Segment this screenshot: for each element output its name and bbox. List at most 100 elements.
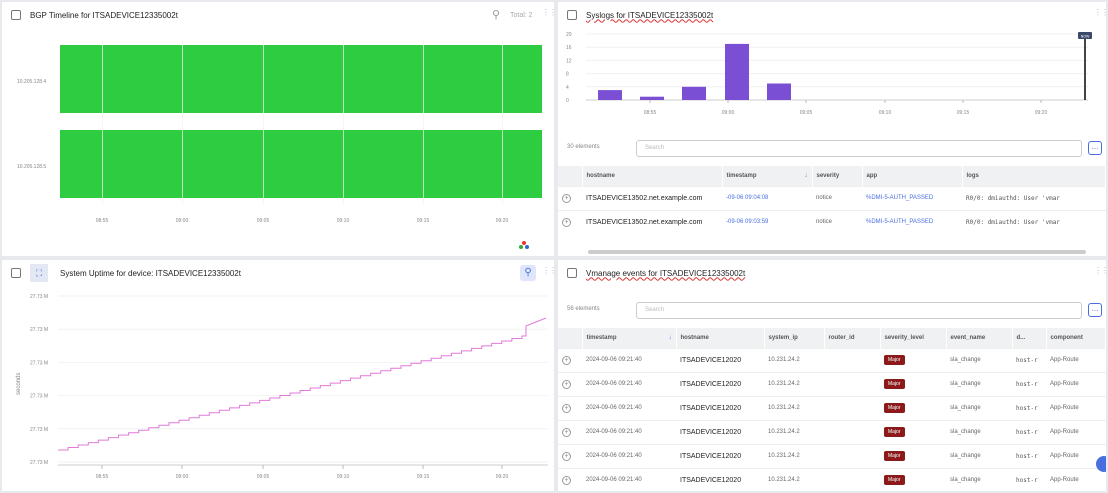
column-header-timestamp[interactable]: timestamp ↓ xyxy=(582,328,677,348)
table-row[interactable]: +2024-09-06 09:21:40 ITSADEVICE12020 10.23… xyxy=(558,371,1106,396)
x-tick-label: 08:55 xyxy=(644,110,657,116)
column-header-event-name[interactable]: event_name xyxy=(946,328,1013,348)
table-row[interactable]: + ITSADEVICE13502.net.example.com -09-06… xyxy=(558,185,1106,210)
table-row[interactable]: +2024-09-06 09:21:40 ITSADEVICE12020 10.23… xyxy=(558,347,1106,372)
expand-icon[interactable]: ⛶ xyxy=(30,264,48,282)
vmanage-title: Vmanage events for ITSADEVICE12335002t xyxy=(586,268,746,278)
x-tick-label: 09:00 xyxy=(722,110,735,116)
histogram-bar[interactable] xyxy=(640,96,664,100)
drag-handle-icon[interactable]: ⋮⋮ xyxy=(542,267,554,278)
drag-handle-icon[interactable]: ⋮⋮ xyxy=(542,9,554,20)
vmanage-element-count: 56 elements xyxy=(567,306,600,312)
column-header-hostname[interactable]: hostname xyxy=(582,166,723,186)
syslog-select-checkbox[interactable] xyxy=(567,10,577,20)
y-tick-label: 8 xyxy=(566,72,569,78)
expand-row-icon[interactable]: + xyxy=(562,451,571,461)
histogram-bar[interactable] xyxy=(682,86,706,100)
grid-line xyxy=(182,40,183,205)
sort-down-icon[interactable]: ↓ xyxy=(805,173,808,179)
cell-hostname: ITSADEVICE13502.net.example.com xyxy=(582,209,722,234)
cell-system-ip: 10.231.24.2 xyxy=(764,371,824,396)
cell-details: host-r xyxy=(1012,419,1046,444)
cell-details: host-r xyxy=(1012,347,1046,372)
column-header-severity-level[interactable]: severity_level xyxy=(880,328,947,348)
vmanage-title-wrap: Vmanage events for ITSADEVICE12335002t xyxy=(586,269,745,278)
table-header-row: hostname timestamp ↓ severity app logs xyxy=(558,166,1106,186)
syslog-more-button[interactable]: ... xyxy=(1088,141,1102,155)
cell-timestamp: -09-06 09:04:08 xyxy=(722,185,812,210)
syslog-panel: Syslogs for ITSADEVICE12335002t ⋮⋮ 20 16 1… xyxy=(558,2,1106,256)
table-row[interactable]: +2024-09-06 09:21:40 ITSADEVICE12020 10.23… xyxy=(558,395,1106,420)
table-row[interactable]: +2024-09-06 09:21:40 ITSADEVICE12020 10.23… xyxy=(558,419,1106,444)
bgp-session-bar[interactable] xyxy=(60,130,542,198)
vmanage-header: Vmanage events for ITSADEVICE12335002t xyxy=(558,260,1106,286)
uptime-line-chart: 27.73 M 27.73 M 27.73 M 27.73 M 27.73 M 27.73… xyxy=(30,294,548,480)
column-header-timestamp[interactable]: timestamp ↓ xyxy=(722,166,813,186)
expand-row-icon[interactable]: + xyxy=(562,403,571,413)
expand-row-icon[interactable]: + xyxy=(562,475,571,485)
syslog-header: Syslogs for ITSADEVICE12335002t xyxy=(558,2,1106,28)
column-header-severity[interactable]: severity xyxy=(812,166,863,186)
cell-event-name: sla_change xyxy=(946,443,1012,468)
drag-handle-icon[interactable]: ⋮⋮ xyxy=(1094,9,1106,20)
vmanage-panel: Vmanage events for ITSADEVICE12335002t ⋮… xyxy=(558,260,1106,491)
bgp-header: BGP Timeline for ITSADEVICE12335002t xyxy=(2,2,554,28)
histogram-bar[interactable] xyxy=(725,43,749,100)
vmanage-search-input[interactable]: Search xyxy=(636,302,1082,319)
expand-column xyxy=(558,166,583,186)
y-tick-label: 4 xyxy=(566,85,569,91)
uptime-title: System Uptime for device: ITSADEVICE1233… xyxy=(60,268,241,278)
column-header-hostname[interactable]: hostname xyxy=(676,328,765,348)
horizontal-scrollbar[interactable] xyxy=(588,250,1086,254)
expand-row-icon[interactable]: + xyxy=(562,355,571,365)
severity-badge: Major xyxy=(884,427,905,437)
uptime-select-checkbox[interactable] xyxy=(11,268,21,278)
legend-dots-icon[interactable] xyxy=(518,240,530,250)
grid-line xyxy=(263,40,264,205)
column-header-app[interactable]: app xyxy=(862,166,963,186)
expand-row-icon[interactable]: + xyxy=(562,217,571,227)
expand-row-icon[interactable]: + xyxy=(562,427,571,437)
column-header-details[interactable]: d... xyxy=(1012,328,1047,348)
cell-timestamp: -09-06 09:03:59 xyxy=(722,209,812,234)
cell-system-ip: 10.231.24.2 xyxy=(764,467,824,491)
cell-router-id xyxy=(824,443,880,468)
bgp-row-label: 10.205.128.4 xyxy=(17,79,47,85)
table-row[interactable]: +2024-09-06 09:21:40 ITSADEVICE12020 10.23… xyxy=(558,443,1106,468)
histogram-bar[interactable] xyxy=(598,90,622,100)
table-header-row: timestamp ↓ hostname system_ip router_id… xyxy=(558,328,1106,348)
uptime-series-line[interactable] xyxy=(58,317,547,451)
vmanage-select-checkbox[interactable] xyxy=(567,268,577,278)
histogram-bar[interactable] xyxy=(767,83,791,101)
cell-timestamp: 2024-09-06 09:21:40 xyxy=(582,419,676,444)
column-header-component[interactable]: component xyxy=(1046,328,1106,348)
x-tick-label: 09:20 xyxy=(496,474,509,480)
cell-hostname: ITSADEVICE12020 xyxy=(676,443,764,468)
sort-down-icon[interactable]: ↓ xyxy=(669,335,672,341)
cell-logs: R0/0: dmiauthd: User 'vmar xyxy=(962,185,1106,210)
cell-component: App-Route xyxy=(1046,419,1106,444)
cell-event-name: sla_change xyxy=(946,347,1012,372)
cell-router-id xyxy=(824,347,880,372)
cell-timestamp: 2024-09-06 09:21:40 xyxy=(582,443,676,468)
column-header-logs[interactable]: logs xyxy=(962,166,1106,186)
bgp-select-checkbox[interactable] xyxy=(11,10,21,20)
drag-handle-icon[interactable]: ⋮⋮ xyxy=(1094,267,1106,278)
expand-row-icon[interactable]: + xyxy=(562,379,571,389)
expand-row-icon[interactable]: + xyxy=(562,193,571,203)
table-row[interactable]: + ITSADEVICE13502.net.example.com -09-06… xyxy=(558,209,1106,234)
chat-help-button[interactable] xyxy=(1096,456,1106,472)
column-header-system-ip[interactable]: system_ip xyxy=(764,328,825,348)
vmanage-more-button[interactable]: ... xyxy=(1088,303,1102,317)
x-tick-label: 09:00 xyxy=(175,218,189,224)
severity-badge: Major xyxy=(884,355,905,365)
column-header-router-id[interactable]: router_id xyxy=(824,328,881,348)
bgp-session-bar[interactable] xyxy=(60,45,542,113)
cell-severity-level: Major xyxy=(880,395,946,420)
cell-component: App-Route xyxy=(1046,467,1106,491)
cell-event-name: sla_change xyxy=(946,371,1012,396)
zoom-search-icon[interactable]: ⚲ xyxy=(520,265,536,281)
table-row[interactable]: +2024-09-06 09:21:40 ITSADEVICE12020 10.23… xyxy=(558,467,1106,491)
syslog-search-input[interactable]: Search xyxy=(636,140,1082,157)
search-icon[interactable]: ⚲ xyxy=(492,8,500,21)
